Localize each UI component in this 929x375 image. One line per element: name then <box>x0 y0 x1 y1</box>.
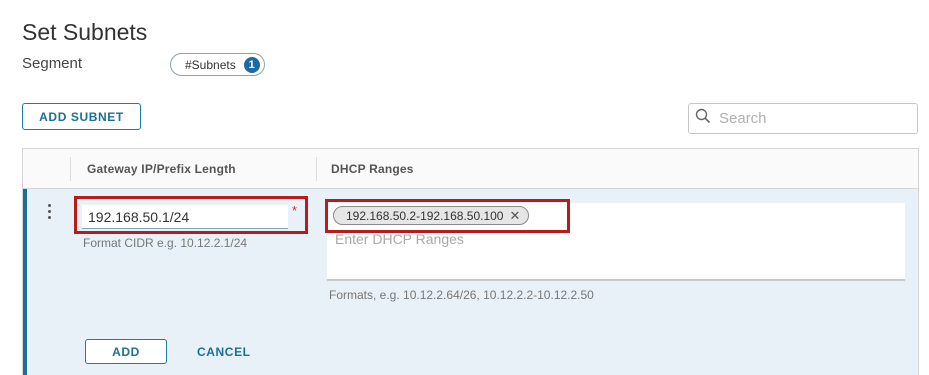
column-header-dhcp[interactable]: DHCP Ranges <box>331 162 414 176</box>
search-icon <box>695 108 711 129</box>
row-actions-kebab-icon[interactable] <box>46 204 52 219</box>
subnets-count-badge: 1 <box>243 56 260 73</box>
search-box[interactable] <box>688 103 918 134</box>
subnets-grid: Gateway IP/Prefix Length DHCP Ranges * F… <box>22 148 919 375</box>
search-input[interactable] <box>719 110 909 127</box>
column-separator <box>316 157 317 181</box>
gateway-help-text: Format CIDR e.g. 10.12.2.1/24 <box>83 236 248 250</box>
dhcp-ranges-input[interactable] <box>335 231 735 247</box>
grid-header: Gateway IP/Prefix Length DHCP Ranges <box>23 149 918 189</box>
page-title: Set Subnets <box>22 19 148 45</box>
segment-label: Segment <box>22 55 83 72</box>
cancel-button[interactable]: CANCEL <box>197 339 251 364</box>
column-separator <box>70 157 71 181</box>
subnets-pill-label: #Subnets <box>185 57 236 72</box>
subnets-count-pill[interactable]: #Subnets 1 <box>170 53 265 76</box>
dhcp-help-text: Formats, e.g. 10.12.2.64/26, 10.12.2.2-1… <box>329 288 594 302</box>
add-button[interactable]: ADD <box>85 339 167 364</box>
subnet-edit-row: * Format CIDR e.g. 10.12.2.1/24 192.168.… <box>23 189 918 375</box>
add-subnet-button[interactable]: ADD SUBNET <box>22 103 141 130</box>
gateway-highlight-box <box>74 196 308 234</box>
dhcp-highlight-box <box>325 199 570 233</box>
column-header-gateway[interactable]: Gateway IP/Prefix Length <box>87 162 236 176</box>
